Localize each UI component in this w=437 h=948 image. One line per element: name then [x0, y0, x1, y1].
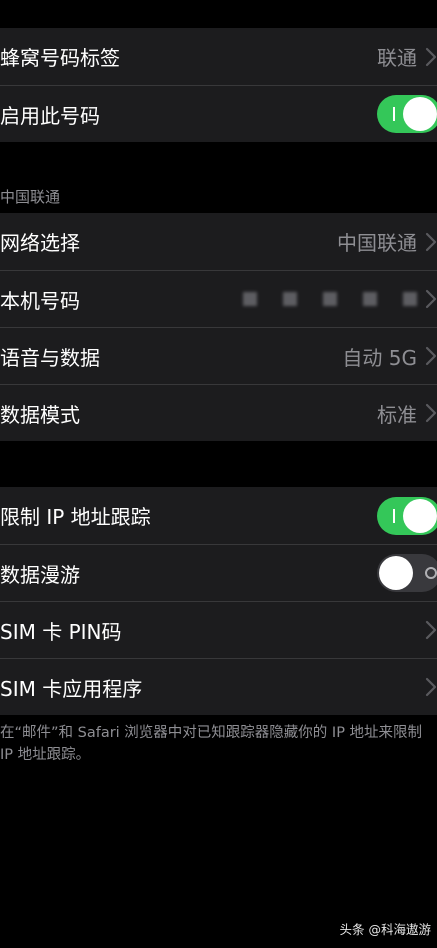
- row-sim-pin[interactable]: SIM 卡 PIN码: [0, 601, 437, 658]
- row-label: 数据模式: [0, 402, 80, 427]
- row-limit-ip-tracking: 限制 IP 地址跟踪: [0, 487, 437, 544]
- toggle-knob: [403, 97, 437, 131]
- data-roaming-toggle[interactable]: [377, 554, 437, 592]
- chevron-right-icon: [425, 230, 437, 254]
- row-value: 标准: [377, 402, 417, 427]
- row-value: 中国联通: [337, 231, 417, 255]
- limit-ip-tracking-footnote: 在“邮件”和 Safari 浏览器中对已知跟踪器隐藏你的 IP 地址来限制 IP…: [0, 725, 423, 763]
- row-data-roaming: 数据漫游: [0, 544, 437, 601]
- redacted-phone-number: [243, 292, 417, 306]
- chevron-right-icon: [425, 618, 437, 642]
- chevron-right-icon: [425, 344, 437, 368]
- toggle-on-mark-icon: [393, 508, 395, 523]
- row-label: 蜂窝号码标签: [0, 46, 120, 70]
- row-label: 网络选择: [0, 231, 80, 255]
- toggle-knob: [379, 556, 413, 590]
- row-voice-and-data[interactable]: 语音与数据 自动 5G: [0, 327, 437, 384]
- carrier-group: 网络选择 中国联通 本机号码 语音与数据 自动 5G 数据模式 标准: [0, 213, 437, 441]
- section-header-carrier: 中国联通: [0, 188, 61, 206]
- row-label: SIM 卡 PIN码: [0, 619, 122, 644]
- row-cellular-number-label[interactable]: 蜂窝号码标签 联通: [0, 28, 437, 85]
- enable-line-toggle[interactable]: [377, 95, 437, 133]
- row-value: 联通: [377, 46, 417, 70]
- row-label: 语音与数据: [0, 345, 100, 370]
- row-label: 数据漫游: [0, 562, 80, 587]
- row-label: 启用此号码: [0, 103, 100, 128]
- toggle-off-mark-icon: [425, 567, 437, 579]
- privacy-group: 限制 IP 地址跟踪 数据漫游 SIM 卡 PIN码 SIM 卡应用程序: [0, 487, 437, 715]
- row-label: SIM 卡应用程序: [0, 676, 143, 701]
- chevron-right-icon: [425, 45, 437, 69]
- chevron-right-icon: [425, 675, 437, 699]
- row-my-number[interactable]: 本机号码: [0, 270, 437, 327]
- top-group: 蜂窝号码标签 联通 启用此号码: [0, 28, 437, 142]
- row-value: 自动 5G: [342, 345, 417, 370]
- row-data-mode[interactable]: 数据模式 标准: [0, 384, 437, 441]
- row-label: 本机号码: [0, 288, 80, 313]
- limit-ip-tracking-toggle[interactable]: [377, 496, 437, 535]
- row-enable-this-line: 启用此号码: [0, 85, 437, 142]
- toggle-knob: [403, 498, 437, 533]
- row-network-selection[interactable]: 网络选择 中国联通: [0, 213, 437, 270]
- toggle-on-mark-icon: [393, 107, 395, 121]
- chevron-right-icon: [425, 287, 437, 311]
- row-sim-applications[interactable]: SIM 卡应用程序: [0, 658, 437, 715]
- watermark: 头条 @科海遨游: [339, 922, 431, 937]
- row-label: 限制 IP 地址跟踪: [0, 505, 151, 529]
- chevron-right-icon: [425, 401, 437, 425]
